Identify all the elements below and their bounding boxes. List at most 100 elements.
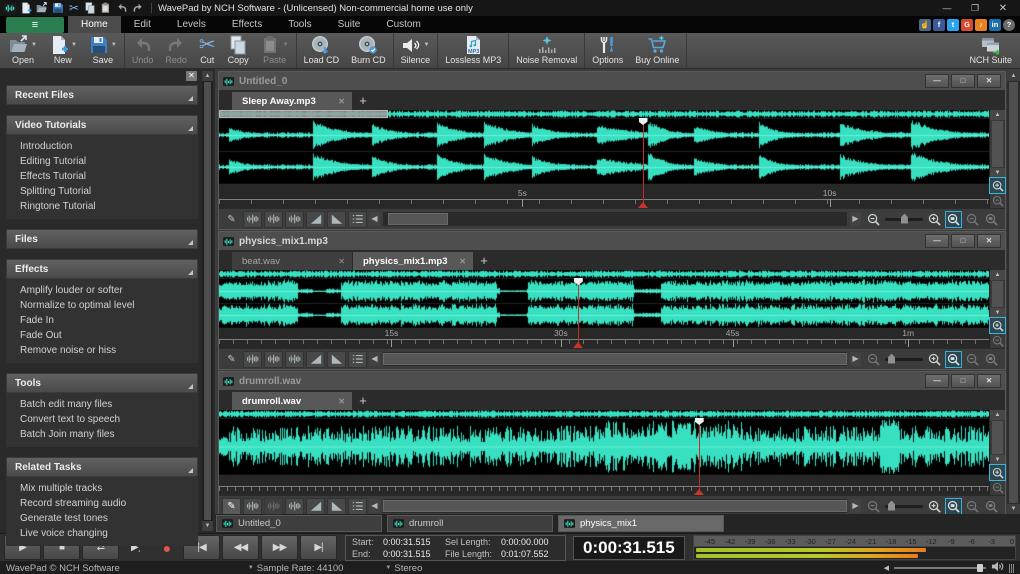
file-tab[interactable]: Sleep Away.mp3✕ xyxy=(232,92,352,110)
wave-mix-button[interactable] xyxy=(285,211,304,228)
tab-close-icon[interactable]: ✕ xyxy=(338,397,345,406)
waveform-area[interactable]: 15s30s45s1m xyxy=(219,270,989,348)
timeline-ruler[interactable]: 15s30s45s1m xyxy=(219,327,989,348)
noise-removal-button[interactable]: Noise Removal xyxy=(510,33,583,68)
sidebar-link[interactable]: Ringtone Tutorial xyxy=(6,199,198,214)
zoom-out-button[interactable] xyxy=(866,352,881,367)
section-header[interactable]: Files xyxy=(6,229,198,249)
sidebar-link[interactable]: Convert text to speech xyxy=(6,412,198,427)
fade-in-button[interactable] xyxy=(306,498,325,515)
minimize-button[interactable]: — xyxy=(925,74,949,88)
scroll-down-icon[interactable]: ▼ xyxy=(990,308,1005,318)
rewind-button[interactable]: ◀◀ xyxy=(222,535,259,560)
channel-mode-value[interactable]: Stereo xyxy=(394,563,422,574)
wave-overwrite-button[interactable] xyxy=(264,211,283,228)
dropdown-caret-icon[interactable]: ▼ xyxy=(423,42,429,48)
timeline-ruler[interactable] xyxy=(219,474,989,495)
waveform-area[interactable] xyxy=(219,410,989,495)
waveform-canvas[interactable] xyxy=(219,279,989,327)
scrollbar-thumb[interactable] xyxy=(992,121,1003,167)
zoom-in-button[interactable] xyxy=(927,352,942,367)
fast-forward-button[interactable]: ▶▶ xyxy=(261,535,298,560)
file-tab[interactable]: drumroll.wav✕ xyxy=(232,392,352,410)
sidebar-link[interactable]: Editing Tutorial xyxy=(6,154,198,169)
sidebar-link[interactable]: Introduction xyxy=(6,139,198,154)
section-header[interactable]: Recent Files xyxy=(6,85,198,105)
file-tab[interactable]: physics_mix1.mp3✕ xyxy=(353,252,473,270)
zoom-full-button[interactable] xyxy=(965,499,980,514)
scrollbar-thumb[interactable] xyxy=(992,421,1003,454)
vertical-zoom-out-button[interactable] xyxy=(990,193,1005,208)
close-button[interactable]: ✕ xyxy=(977,234,1001,248)
wavepad-icon[interactable] xyxy=(3,2,17,15)
save-button[interactable]: ▼Save xyxy=(83,33,123,68)
sidebar-link[interactable]: Amplify louder or softer xyxy=(6,283,198,298)
overview-strip[interactable] xyxy=(219,410,989,419)
scissors-icon[interactable]: ✂ xyxy=(67,2,81,15)
expand-corner-icon[interactable] xyxy=(188,96,193,101)
zoom-full-button[interactable] xyxy=(965,352,980,367)
sidebar-link[interactable]: Normalize to optimal level xyxy=(6,298,198,313)
wave-mix-button[interactable] xyxy=(285,498,304,515)
sidebar-close-icon[interactable]: ✕ xyxy=(186,71,197,81)
sidebar-link[interactable]: Live voice changing xyxy=(6,526,198,541)
horizontal-scrollbar[interactable] xyxy=(383,499,847,513)
copy-button[interactable]: Copy xyxy=(222,33,255,68)
timeline-ruler[interactable]: 5s10s xyxy=(219,183,989,208)
menu-tab-home[interactable]: Home xyxy=(68,16,121,33)
menu-tab-tools[interactable]: Tools xyxy=(275,16,324,33)
taskbar-button-untitled_0[interactable]: Untitled_0 xyxy=(216,515,382,532)
scrollbar-thumb[interactable] xyxy=(383,500,847,512)
save-icon[interactable] xyxy=(51,2,65,15)
close-button[interactable]: ✕ xyxy=(977,374,1001,388)
open-button[interactable]: ▼Open xyxy=(3,33,43,68)
new-button[interactable]: ▼New xyxy=(43,33,83,68)
expand-corner-icon[interactable] xyxy=(188,270,193,275)
zoom-all-button[interactable] xyxy=(984,212,999,227)
new-tab-button[interactable]: + xyxy=(474,252,494,270)
googleplus-icon[interactable]: G xyxy=(961,19,973,31)
maximize-button[interactable]: □ xyxy=(951,234,975,248)
zoom-slider-thumb[interactable] xyxy=(888,354,895,364)
mdi-scrollbar[interactable]: ▲ ▼ xyxy=(1007,71,1020,514)
minimize-button[interactable]: — xyxy=(925,374,949,388)
scrollbar-thumb[interactable] xyxy=(992,281,1003,307)
pencil-button[interactable]: ✎ xyxy=(222,498,241,515)
zoom-slider[interactable] xyxy=(885,358,923,361)
zoom-in-button[interactable] xyxy=(927,212,942,227)
fade-in-button[interactable] xyxy=(306,351,325,368)
wave-overwrite-button[interactable] xyxy=(264,498,283,515)
fade-in-button[interactable] xyxy=(306,211,325,228)
zoom-out-button[interactable] xyxy=(866,499,881,514)
menu-tab-levels[interactable]: Levels xyxy=(164,16,219,33)
load-cd-button[interactable]: Load CD xyxy=(298,33,346,68)
scroll-up-icon[interactable]: ▲ xyxy=(202,71,213,81)
maximize-button[interactable]: □ xyxy=(951,74,975,88)
document-title-bar[interactable]: Untitled_0—□✕ xyxy=(219,72,1005,90)
restore-button[interactable]: ❐ xyxy=(961,1,989,16)
sidebar-link[interactable]: Record streaming audio xyxy=(6,496,198,511)
waveform-canvas[interactable] xyxy=(219,119,989,183)
sidebar-link[interactable]: Fade Out xyxy=(6,328,198,343)
sidebar-link[interactable]: Splitting Tutorial xyxy=(6,184,198,199)
scroll-up-icon[interactable]: ▲ xyxy=(990,110,1005,120)
zoom-slider-thumb[interactable] xyxy=(888,501,895,511)
scroll-up-icon[interactable]: ▲ xyxy=(1007,71,1020,81)
scroll-right-icon[interactable]: ▶ xyxy=(850,212,861,226)
zoom-slider-thumb[interactable] xyxy=(901,214,908,224)
sidebar-scrollbar[interactable]: ▲ ▼ xyxy=(202,71,213,531)
new-tab-button[interactable]: + xyxy=(353,92,373,110)
lossless-mp3-button[interactable]: MP3Lossless MP3 xyxy=(439,33,507,68)
waveform-canvas[interactable] xyxy=(219,419,989,474)
resize-grip[interactable] xyxy=(1009,564,1014,573)
menu-tab-effects[interactable]: Effects xyxy=(219,16,275,33)
vertical-zoom-in-button[interactable] xyxy=(990,465,1005,480)
nch-suite-button[interactable]: NCH Suite xyxy=(963,33,1018,68)
expand-corner-icon[interactable] xyxy=(188,126,193,131)
section-header[interactable]: Related Tasks xyxy=(6,457,198,477)
vertical-zoom-out-button[interactable] xyxy=(990,333,1005,348)
menu-tab-custom[interactable]: Custom xyxy=(373,16,433,33)
scroll-up-icon[interactable]: ▲ xyxy=(990,270,1005,280)
sample-rate-value[interactable]: Sample Rate: 44100 xyxy=(257,563,344,574)
zoom-slider[interactable] xyxy=(885,218,923,221)
